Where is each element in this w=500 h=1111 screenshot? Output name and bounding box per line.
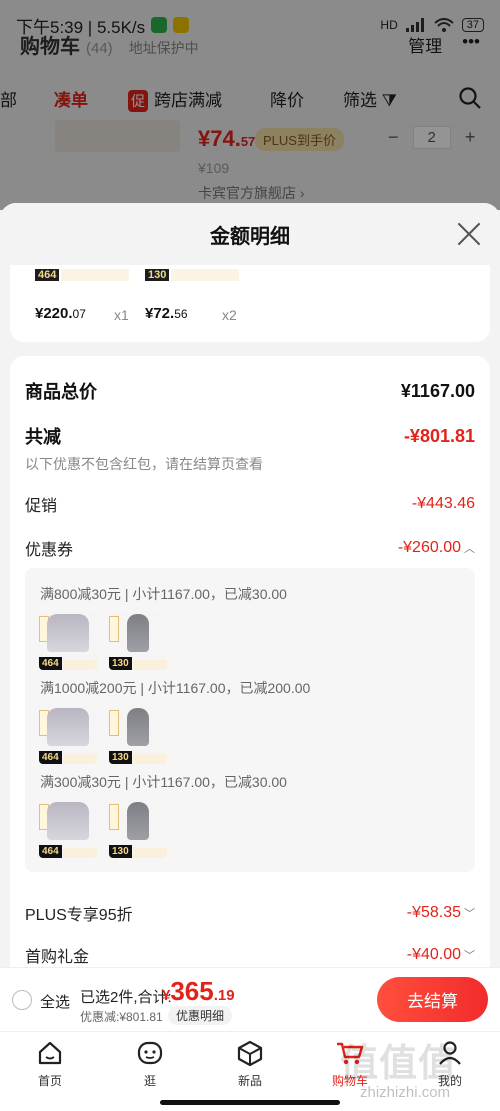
close-icon[interactable] (456, 221, 482, 247)
item-price: ¥220.07 (35, 305, 86, 322)
browse-face-icon (137, 1041, 163, 1065)
nav-new-label: 新品 (237, 1074, 262, 1088)
discount-detail-button[interactable]: 优惠明细 (168, 1006, 233, 1025)
nav-browse-label: 逛 (143, 1074, 156, 1088)
goods-total-label: 商品总价 (25, 382, 97, 402)
total-price: ¥365.19 (162, 976, 235, 1006)
plus-discount-row[interactable]: PLUS专享95折 -¥58.35 ﹀ (25, 901, 475, 925)
coupon-label: 优惠券 (25, 542, 74, 559)
item-tag: 464 (35, 269, 60, 281)
first-purchase-row[interactable]: 首购礼金 -¥40.00 ﹀ (25, 943, 475, 967)
promo-row: 促销 -¥443.46 (25, 492, 475, 516)
saved-amount: 优惠减:¥801.81 (80, 1010, 163, 1024)
goods-total-row: 商品总价 ¥1167.00 (25, 378, 475, 404)
sheet-title: 金额明细 (210, 225, 290, 248)
chevron-down-icon[interactable]: ﹀ (464, 905, 475, 921)
nav-browse[interactable]: 逛 (110, 1038, 190, 1089)
selected-items-card: 464 130 ¥220.07 x1 ¥72.56 x2 (10, 265, 490, 342)
first-purchase-value: -¥40.00 (406, 946, 461, 963)
watermark-logo: 值值值 (340, 1043, 458, 1085)
home-indicator[interactable] (160, 1100, 340, 1105)
coupon-item-thumbnail[interactable]: 130 (109, 800, 167, 858)
coupon-rule: 满800减30元 | 小计1167.00，已减30.00 (40, 586, 287, 602)
coupon-detail-panel: 满800减30元 | 小计1167.00，已减30.00 464 130 满10… (25, 568, 475, 872)
plus-discount-value: -¥58.35 (406, 904, 461, 921)
discount-value: -¥801.81 (403, 425, 475, 446)
plus-discount-label: PLUS专享95折 (25, 907, 133, 924)
select-all-label[interactable]: 全选 (40, 991, 70, 1012)
coupon-item-thumbnail[interactable]: 464 (39, 800, 97, 858)
box-icon (237, 1040, 263, 1067)
coupon-value-wrap: -¥260.00 ︿ (398, 539, 475, 557)
discount-note: 以下优惠不包含红包，请在结算页查看 (25, 456, 263, 472)
item-tag: 130 (145, 269, 170, 281)
sheet-header: 金额明细 (0, 203, 500, 265)
coupon-item-thumbnail[interactable]: 130 (109, 612, 167, 670)
coupon-value: -¥260.00 (397, 539, 461, 556)
nav-home-label: 首页 (37, 1074, 62, 1088)
select-all-checkbox[interactable] (12, 990, 32, 1010)
checkout-bar: 全选 已选2件,合计: ¥365.19 优惠减:¥801.81 优惠明细 去结算 (0, 967, 500, 1031)
promo-label: 促销 (25, 498, 58, 515)
item-price: ¥72.56 (145, 305, 188, 322)
nav-home[interactable]: 首页 (10, 1038, 90, 1089)
coupon-rule: 满1000减200元 | 小计1167.00，已减200.00 (40, 680, 311, 696)
chevron-down-icon[interactable]: ﹀ (464, 947, 475, 963)
coupon-rule: 满300减30元 | 小计1167.00，已减30.00 (40, 774, 287, 790)
coupon-item-thumbnail[interactable]: 464 (39, 612, 97, 670)
item-thumbnail[interactable]: 130 (145, 265, 239, 281)
first-purchase-label: 首购礼金 (25, 949, 90, 966)
plus-discount-wrap: -¥58.35 ﹀ (407, 904, 475, 922)
item-thumbnail[interactable]: 464 (35, 265, 129, 281)
first-purchase-wrap: -¥40.00 ﹀ (407, 946, 475, 964)
coupon-row[interactable]: 优惠券 -¥260.00 ︿ (25, 536, 475, 560)
promo-value: -¥443.46 (411, 495, 475, 512)
home-icon (38, 1041, 62, 1065)
coupon-item-thumbnail[interactable]: 130 (109, 706, 167, 764)
goods-total-value: ¥1167.00 (400, 380, 475, 401)
nav-new[interactable]: 新品 (210, 1038, 290, 1089)
discount-label: 共减 (25, 427, 61, 447)
watermark-url: zhizhizhi.com (360, 1084, 451, 1101)
modal-overlay[interactable] (0, 0, 500, 210)
item-quantity: x1 (114, 307, 129, 323)
coupon-item-thumbnail[interactable]: 464 (39, 706, 97, 764)
discount-row: 共减 -¥801.81 (25, 423, 475, 449)
chevron-up-icon[interactable]: ︿ (464, 540, 475, 556)
checkout-button[interactable]: 去结算 (377, 977, 488, 1022)
item-quantity: x2 (222, 307, 237, 323)
selected-summary: 已选2件,合计: (80, 989, 172, 1006)
